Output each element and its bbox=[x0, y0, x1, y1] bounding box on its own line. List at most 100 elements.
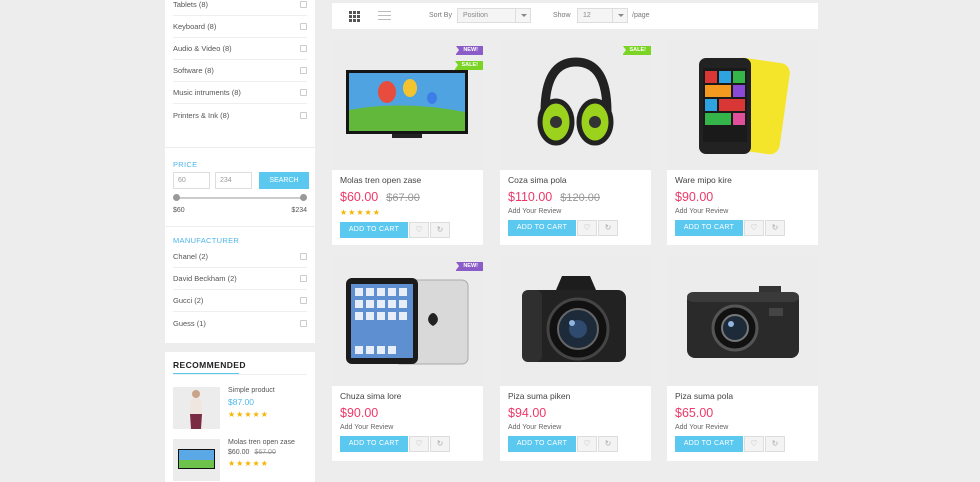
wishlist-heart-icon[interactable]: ♡ bbox=[577, 436, 597, 452]
product-name[interactable]: Coza sima pola bbox=[508, 175, 651, 185]
add-to-cart-button[interactable]: ADD TO CART bbox=[508, 220, 576, 236]
rating-stars: ★★★★★ bbox=[340, 208, 381, 217]
compare-refresh-icon[interactable]: ↻ bbox=[598, 220, 618, 236]
product-card[interactable]: Ware mipo kire $90.00 Add Your Review AD… bbox=[667, 40, 818, 245]
sort-by-label: Sort By bbox=[429, 12, 452, 19]
category-item[interactable]: Audio & Video (8) bbox=[173, 38, 307, 60]
add-to-cart-button[interactable]: ADD TO CART bbox=[508, 436, 576, 452]
manufacturer-item[interactable]: David Beckham (2) bbox=[173, 268, 307, 290]
category-checkbox[interactable] bbox=[300, 1, 307, 8]
product-old-price: $120.00 bbox=[560, 192, 601, 204]
manufacturer-checkbox[interactable] bbox=[300, 275, 307, 282]
category-checkbox[interactable] bbox=[300, 111, 307, 119]
wishlist-heart-icon[interactable]: ♡ bbox=[744, 220, 764, 236]
tv-icon bbox=[346, 70, 468, 138]
manufacturer-checkbox[interactable] bbox=[300, 319, 307, 327]
product-card[interactable]: NEW! Chuza sima lore $90.00 Add Your Rev… bbox=[332, 256, 483, 461]
product-price: $65.00 bbox=[675, 406, 714, 420]
add-review-link[interactable]: Add Your Review bbox=[675, 424, 818, 431]
add-to-cart-button[interactable]: ADD TO CART bbox=[340, 436, 408, 452]
price-slider-min-handle[interactable] bbox=[173, 194, 180, 201]
add-to-cart-button[interactable]: ADD TO CART bbox=[675, 220, 743, 236]
product-card[interactable]: SALE! Coza sima pola $110.00 $120.00 Add … bbox=[500, 40, 651, 245]
recommended-item[interactable]: Simple product $87.00 ★★★★★ bbox=[173, 387, 307, 429]
product-card[interactable]: NEW! SALE! Molas tren open zase $60.00 $6… bbox=[332, 40, 483, 245]
compare-refresh-icon[interactable]: ↻ bbox=[430, 222, 450, 238]
product-thumbnail[interactable] bbox=[173, 387, 220, 429]
manufacturer-label: Gucci (2) bbox=[173, 296, 204, 305]
wishlist-heart-icon[interactable]: ♡ bbox=[744, 436, 764, 452]
manufacturer-checkbox[interactable] bbox=[300, 253, 307, 260]
add-review-link[interactable]: Add Your Review bbox=[675, 208, 818, 215]
category-item[interactable]: Printers & Ink (8) bbox=[173, 104, 307, 126]
product-image[interactable]: NEW! SALE! bbox=[332, 40, 483, 170]
compare-refresh-icon[interactable]: ↻ bbox=[598, 436, 618, 452]
manufacturer-item[interactable]: Gucci (2) bbox=[173, 290, 307, 312]
recommended-panel: RECOMMENDED Simple product $87.00 ★★★★★ bbox=[165, 352, 315, 482]
list-view-icon[interactable] bbox=[378, 11, 391, 22]
category-item[interactable]: Software (8) bbox=[173, 60, 307, 82]
product-price: $90.00 bbox=[675, 190, 714, 204]
manufacturer-item[interactable]: Chanel (2) bbox=[173, 246, 307, 268]
category-filter-panel: Tablets (8) Keyboard (8) Audio & Video (… bbox=[165, 0, 315, 147]
category-label: Printers & Ink (8) bbox=[173, 110, 230, 120]
category-item[interactable]: Tablets (8) bbox=[173, 0, 307, 16]
product-name[interactable]: Piza suma pola bbox=[675, 391, 818, 401]
show-count-select[interactable]: 12 bbox=[577, 8, 628, 23]
price-min-input[interactable]: 60 bbox=[173, 172, 210, 189]
show-count-value: 12 bbox=[583, 12, 591, 19]
product-name[interactable]: Piza suma piken bbox=[508, 391, 651, 401]
category-item[interactable]: Music intruments (8) bbox=[173, 82, 307, 104]
wishlist-heart-icon[interactable]: ♡ bbox=[577, 220, 597, 236]
price-search-button[interactable]: SEARCH bbox=[259, 172, 309, 189]
compare-refresh-icon[interactable]: ↻ bbox=[765, 436, 785, 452]
price-max-input[interactable]: 234 bbox=[215, 172, 252, 189]
tv-icon bbox=[173, 439, 220, 481]
add-review-link[interactable]: Add Your Review bbox=[508, 208, 651, 215]
add-to-cart-button[interactable]: ADD TO CART bbox=[340, 222, 408, 238]
product-card[interactable]: Piza suma pola $65.00 Add Your Review AD… bbox=[667, 256, 818, 461]
category-checkbox[interactable] bbox=[300, 23, 307, 30]
sale-badge: SALE! bbox=[622, 46, 651, 55]
recommended-item-name[interactable]: Simple product bbox=[228, 387, 275, 394]
recommended-item-price: $60.00 bbox=[228, 449, 250, 456]
recommended-item-old-price: $67.00 bbox=[254, 449, 276, 456]
grid-view-icon[interactable] bbox=[349, 11, 361, 22]
sort-by-select[interactable]: Position bbox=[457, 8, 531, 23]
price-title: PRICE bbox=[173, 160, 198, 169]
product-image[interactable] bbox=[667, 256, 818, 386]
add-review-link[interactable]: Add Your Review bbox=[340, 424, 483, 431]
compare-refresh-icon[interactable]: ↻ bbox=[765, 220, 785, 236]
price-inputs: 60 234 SEARCH bbox=[173, 172, 309, 189]
manufacturer-list: Chanel (2) David Beckham (2) Gucci (2) G… bbox=[173, 246, 307, 334]
category-checkbox[interactable] bbox=[300, 89, 307, 96]
product-image[interactable]: SALE! bbox=[500, 40, 651, 170]
manufacturer-checkbox[interactable] bbox=[300, 297, 307, 304]
category-checkbox[interactable] bbox=[300, 45, 307, 52]
add-to-cart-button[interactable]: ADD TO CART bbox=[675, 436, 743, 452]
recommended-item-name[interactable]: Molas tren open zase bbox=[228, 439, 295, 446]
product-card[interactable]: Piza suma piken $94.00 Add Your Review A… bbox=[500, 256, 651, 461]
rating-stars: ★★★★★ bbox=[228, 410, 269, 419]
product-name[interactable]: Chuza sima lore bbox=[340, 391, 483, 401]
price-slider-max-handle[interactable] bbox=[300, 194, 307, 201]
recommended-item[interactable]: Molas tren open zase $60.00 $67.00 ★★★★★ bbox=[173, 439, 307, 481]
product-image[interactable] bbox=[500, 256, 651, 386]
wishlist-heart-icon[interactable]: ♡ bbox=[409, 436, 429, 452]
woman-model-icon bbox=[173, 387, 220, 429]
category-checkbox[interactable] bbox=[300, 67, 307, 74]
wishlist-heart-icon[interactable]: ♡ bbox=[409, 222, 429, 238]
category-item[interactable]: Keyboard (8) bbox=[173, 16, 307, 38]
manufacturer-label: David Beckham (2) bbox=[173, 274, 237, 283]
price-slider[interactable] bbox=[173, 194, 307, 201]
add-review-link[interactable]: Add Your Review bbox=[508, 424, 651, 431]
compare-refresh-icon[interactable]: ↻ bbox=[430, 436, 450, 452]
product-name[interactable]: Ware mipo kire bbox=[675, 175, 818, 185]
product-image[interactable] bbox=[667, 40, 818, 170]
show-label: Show bbox=[553, 12, 571, 19]
manufacturer-item[interactable]: Guess (1) bbox=[173, 312, 307, 334]
headphones-icon bbox=[537, 57, 614, 146]
product-name[interactable]: Molas tren open zase bbox=[340, 175, 483, 185]
product-image[interactable]: NEW! bbox=[332, 256, 483, 386]
product-thumbnail[interactable] bbox=[173, 439, 220, 481]
